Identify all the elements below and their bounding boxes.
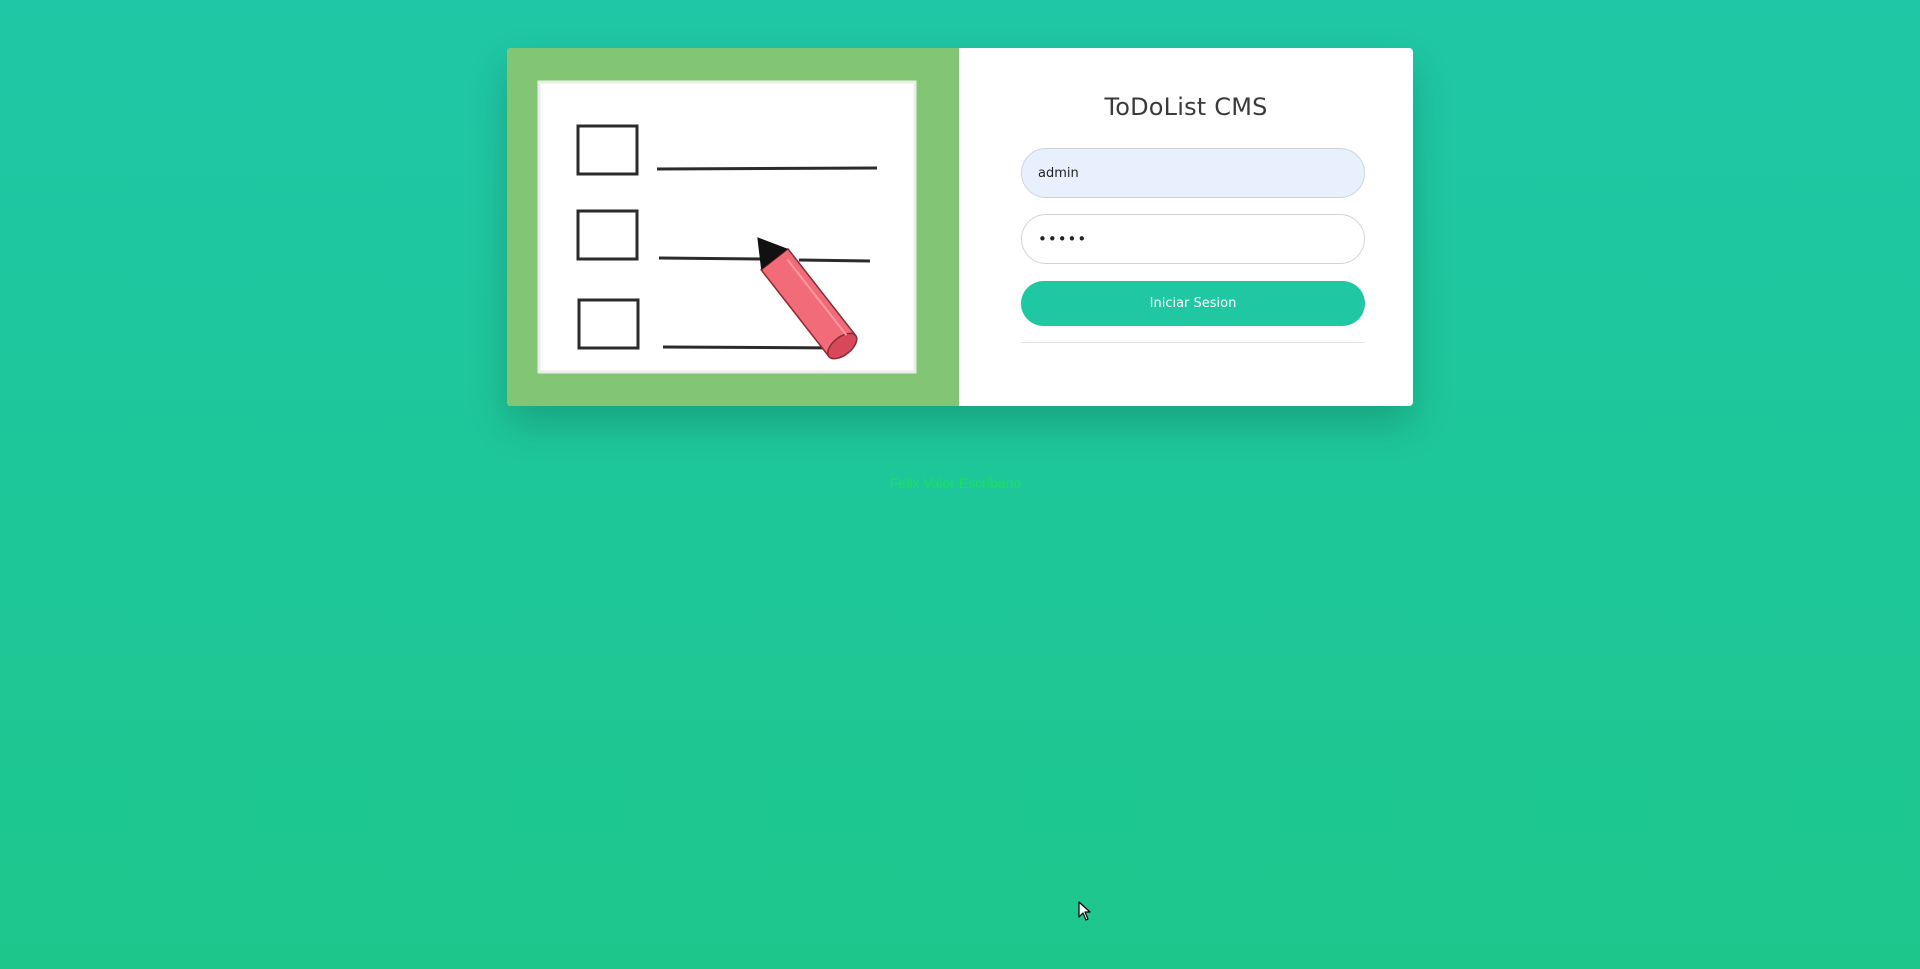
login-card: ToDoList CMS Iniciar Sesion: [507, 48, 1413, 406]
mouse-cursor-icon: [1078, 901, 1091, 921]
checklist-pencil-icon: [537, 80, 917, 374]
page-title: ToDoList CMS: [1104, 93, 1268, 121]
footer-credit: Felix Valor Escribano: [889, 475, 1022, 491]
login-button[interactable]: Iniciar Sesion: [1021, 281, 1365, 326]
username-input[interactable]: [1021, 148, 1365, 198]
login-form: ToDoList CMS Iniciar Sesion: [959, 48, 1413, 406]
password-input[interactable]: [1021, 214, 1365, 264]
illustration-panel: [507, 48, 959, 406]
form-divider: [1021, 342, 1365, 343]
